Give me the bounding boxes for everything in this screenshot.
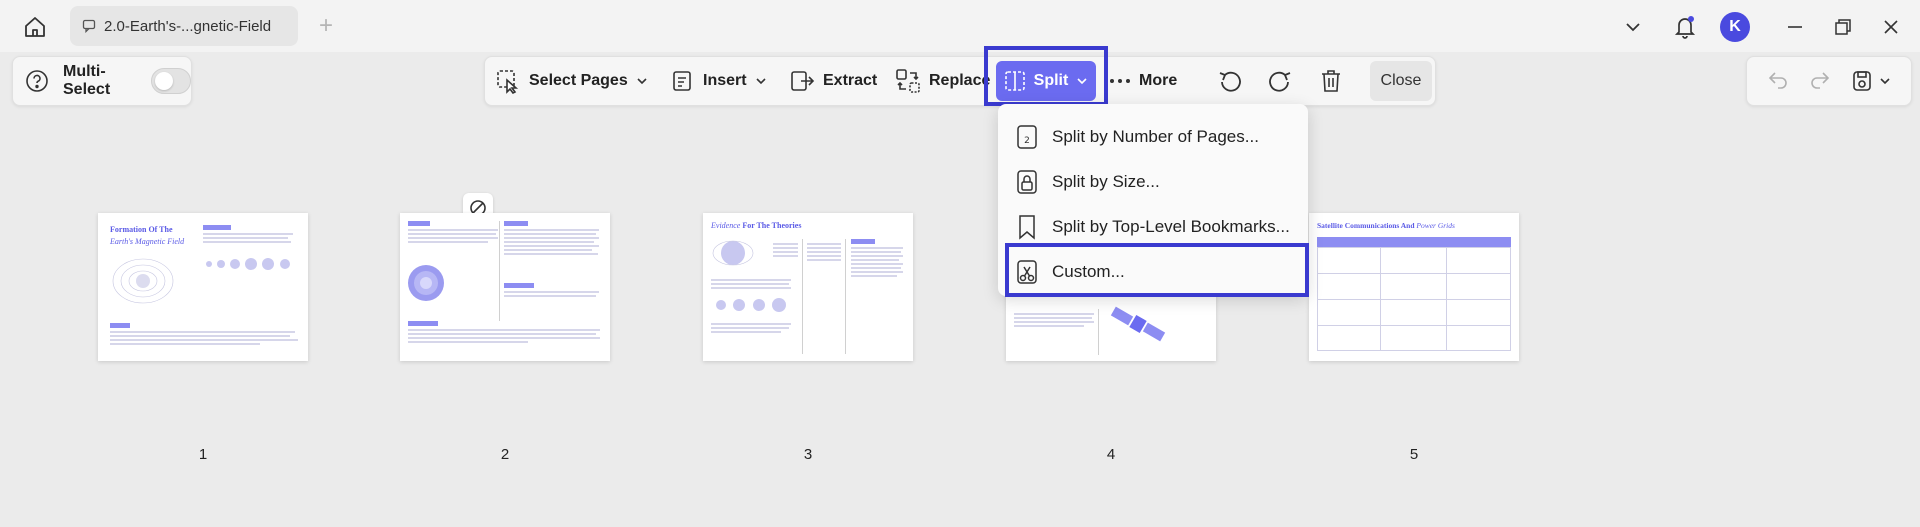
home-icon <box>25 17 45 37</box>
page-5-title-part2: Power Grids <box>1416 221 1455 230</box>
page-1-title-line1: Formation Of The <box>110 225 173 234</box>
home-button[interactable] <box>18 10 52 44</box>
page-3-title-part2: For The Theories <box>742 221 802 230</box>
page-number-3: 3 <box>803 446 813 463</box>
magnetic-field-illustration <box>112 258 174 304</box>
menu-item-label: Split by Top-Level Bookmarks... <box>1052 217 1290 236</box>
multi-select-panel: Multi-Select <box>12 56 192 106</box>
page-thumbnail-1[interactable]: Formation Of The Earth's Magnetic Field <box>98 213 308 361</box>
maximize-button[interactable] <box>1826 10 1860 44</box>
select-pages-button[interactable]: Select Pages <box>495 57 648 105</box>
redo-icon <box>1811 71 1830 89</box>
size-icon <box>1017 170 1037 194</box>
bookmark-icon <box>1019 215 1035 240</box>
more-label: More <box>1139 72 1178 89</box>
menu-item-split-by-size[interactable]: Split by Size... <box>998 160 1308 204</box>
page-thumbnail-5[interactable]: Satellite Communications And Power Grids <box>1309 213 1519 361</box>
page-3-title-part1: Evidence <box>711 221 741 230</box>
history-panel <box>1746 56 1912 106</box>
table-header <box>1317 237 1511 247</box>
earth-layers-illustration <box>408 265 444 301</box>
menu-item-label: Split by Number of Pages... <box>1052 127 1259 146</box>
insert-label: Insert <box>703 72 747 89</box>
page-thumbnail-2[interactable] <box>400 213 610 361</box>
plus-icon: + <box>318 12 333 39</box>
minimize-button[interactable] <box>1778 10 1812 44</box>
extract-label: Extract <box>823 72 878 89</box>
help-icon <box>26 70 48 92</box>
custom-highlight-box <box>1005 243 1309 297</box>
replace-icon <box>896 69 920 93</box>
select-pages-icon <box>497 70 519 94</box>
delete-button[interactable] <box>1319 57 1343 105</box>
chevron-down-icon <box>637 78 647 85</box>
document-tab[interactable]: 2.0-Earth's-...gnetic-Field <box>70 6 298 46</box>
page-1-title-line2: Earth's Magnetic Field <box>110 237 185 246</box>
more-icon <box>1110 79 1130 83</box>
chevron-down-icon <box>1626 23 1640 32</box>
avatar: K <box>1720 12 1750 42</box>
replace-label: Replace <box>929 72 991 89</box>
page-toolbar: Select Pages Insert Extract Replace More <box>484 56 1436 106</box>
restore-icon <box>1835 19 1851 35</box>
page-5-title-part1: Satellite Communications And <box>1317 221 1415 230</box>
save-icon <box>1853 71 1871 91</box>
extract-button[interactable]: Extract <box>789 57 877 105</box>
close-button[interactable]: Close <box>1370 61 1432 101</box>
bell-icon <box>1674 16 1696 39</box>
satellite-illustration <box>1110 306 1166 342</box>
tab-title: 2.0-Earth's-...gnetic-Field <box>104 17 272 35</box>
chevron-down-icon <box>756 78 766 85</box>
chevron-down-icon <box>1077 78 1087 85</box>
spheres-diagram <box>716 298 786 312</box>
close-window-button[interactable] <box>1874 10 1908 44</box>
rotate-left-button[interactable] <box>1217 57 1243 105</box>
page-number-1: 1 <box>198 446 208 463</box>
minimize-icon <box>1788 26 1802 28</box>
trash-icon <box>1322 70 1340 92</box>
select-pages-label: Select Pages <box>529 72 628 89</box>
comment-icon <box>82 19 96 33</box>
more-button[interactable]: More <box>1109 57 1177 105</box>
rotate-right-button[interactable] <box>1267 57 1293 105</box>
multi-select-toggle[interactable] <box>151 68 191 94</box>
help-button[interactable] <box>25 68 49 94</box>
planet-diagram <box>206 258 290 270</box>
undo-button[interactable] <box>1767 68 1789 95</box>
page-thumbnail-3[interactable]: Evidence For The Theories <box>703 213 913 361</box>
svg-text:2: 2 <box>1024 136 1030 146</box>
insert-icon <box>673 71 691 91</box>
add-tab-button[interactable]: + <box>312 12 340 40</box>
close-icon <box>1884 20 1898 34</box>
save-button[interactable] <box>1851 69 1891 93</box>
extract-icon <box>791 71 815 91</box>
comparison-table <box>1317 247 1511 351</box>
split-label: Split <box>1033 72 1069 89</box>
insert-button[interactable]: Insert <box>671 57 767 105</box>
notifications-button[interactable] <box>1668 10 1702 44</box>
number-pages-icon: 2 <box>1017 125 1037 149</box>
redo-button[interactable] <box>1809 68 1831 95</box>
split-button[interactable]: Split <box>996 61 1096 101</box>
tab-list-button[interactable] <box>1616 10 1650 44</box>
rotate-right-icon <box>1269 71 1291 92</box>
page-number-2: 2 <box>500 446 510 463</box>
page-number-5: 5 <box>1409 446 1419 463</box>
split-icon <box>1004 71 1025 91</box>
multi-select-label: Multi-Select <box>63 63 111 98</box>
replace-button[interactable]: Replace <box>895 57 990 105</box>
chevron-down-icon <box>1880 78 1890 85</box>
rotate-left-icon <box>1219 71 1241 92</box>
account-avatar[interactable]: K <box>1718 10 1752 44</box>
page-number-4: 4 <box>1106 446 1116 463</box>
menu-item-label: Split by Size... <box>1052 172 1160 191</box>
title-bar: 2.0-Earth's-...gnetic-Field + K <box>0 0 1920 52</box>
menu-item-split-by-number-of-pages[interactable]: 2 Split by Number of Pages... <box>998 115 1308 159</box>
undo-icon <box>1768 71 1787 89</box>
